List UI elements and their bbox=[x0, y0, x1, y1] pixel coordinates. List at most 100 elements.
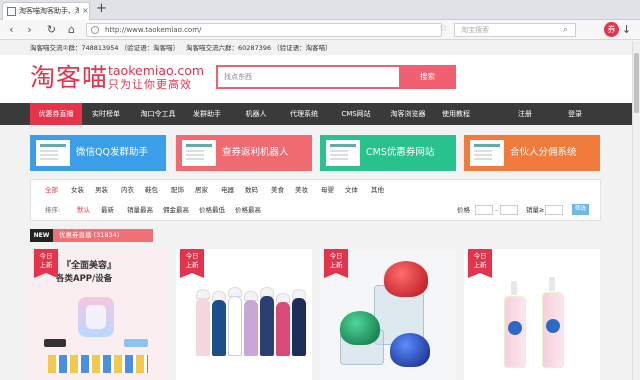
qq-group-1[interactable]: 淘客喵交流①群：748813954 （验证语：淘客喵） bbox=[30, 42, 179, 54]
site-header: 淘客喵 taokemiao.com 只为让你更高效 找点东西 搜索 bbox=[0, 55, 632, 103]
download-icon[interactable]: ↓ bbox=[622, 22, 631, 37]
main-nav: 优惠券直播 实时榜单 淘口令工具 发群助手 机器人 代理系统 CMS网站 淘客浏… bbox=[0, 103, 632, 125]
category-bags[interactable]: 鞋包 bbox=[145, 184, 158, 196]
browser-search-box[interactable]: 淘宝搜索 ⌕ bbox=[454, 23, 576, 37]
ribbon-line-1: 今日 bbox=[39, 252, 53, 260]
price-max-input[interactable] bbox=[500, 205, 518, 215]
product-subheadline: 各类APP/设备 bbox=[56, 274, 113, 284]
category-other[interactable]: 其他 bbox=[371, 184, 384, 196]
category-accessories[interactable]: 配饰 bbox=[171, 184, 184, 196]
banner-group-helper[interactable]: 微信QQ发群助手 bbox=[30, 135, 166, 171]
bookmark-star-icon[interactable]: ☆ bbox=[439, 22, 448, 36]
browser-search-placeholder[interactable]: 淘宝搜索 bbox=[461, 25, 489, 36]
banner-text: 合伙人分佣系统 bbox=[510, 147, 577, 158]
sales-min-input[interactable] bbox=[545, 205, 563, 215]
nav-item-robot[interactable]: 机器人 bbox=[236, 103, 276, 125]
nav-item-tutorial[interactable]: 使用教程 bbox=[436, 103, 476, 125]
ribbon-tail bbox=[468, 273, 492, 278]
new-today-ribbon: 今日 上新 bbox=[34, 249, 58, 273]
ribbon-line-2: 上新 bbox=[185, 261, 199, 269]
product-image-detail bbox=[48, 355, 148, 373]
ribbon-line-1: 今日 bbox=[185, 252, 199, 260]
tab-strip: 淘客喵淘客助手、淘客内 × + bbox=[0, 0, 640, 20]
nav-item-browser[interactable]: 淘客浏览器 bbox=[384, 103, 432, 125]
browser-window: 淘客喵淘客助手、淘客内 × + ‹ › ↻ ⌂ http://www.taoke… bbox=[0, 0, 640, 380]
category-home[interactable]: 居家 bbox=[195, 184, 208, 196]
sort-price-high[interactable]: 价格最高 bbox=[235, 204, 261, 216]
banner-rebate-robot[interactable]: 查券返利机器人 bbox=[176, 135, 312, 171]
ribbon-line-1: 今日 bbox=[329, 252, 343, 260]
sales-label: 销量≥ bbox=[526, 206, 545, 214]
nav-item-agent-system[interactable]: 代理系统 bbox=[284, 103, 324, 125]
tab-close-icon[interactable]: × bbox=[82, 6, 89, 16]
nav-item-realtime-rank[interactable]: 实时榜单 bbox=[86, 103, 126, 125]
ribbon-tail bbox=[180, 273, 204, 278]
product-image-detail bbox=[511, 281, 517, 295]
sort-price-low[interactable]: 价格最低 bbox=[199, 204, 225, 216]
filter-button[interactable]: 筛选 bbox=[572, 204, 589, 215]
banner-text: 微信QQ发群助手 bbox=[76, 147, 148, 158]
banner-cms-site[interactable]: CMS优惠券网站 bbox=[320, 135, 456, 171]
nav-item-token-tool[interactable]: 淘口令工具 bbox=[134, 103, 182, 125]
product-image-detail bbox=[340, 311, 380, 345]
category-underwear[interactable]: 内衣 bbox=[121, 184, 134, 196]
sort-commission[interactable]: 佣金最高 bbox=[163, 204, 189, 216]
logo-domain: taokemiao.com bbox=[108, 63, 205, 78]
coupon-extension-icon[interactable]: 券 bbox=[604, 22, 619, 37]
site-logo[interactable]: 淘客喵 bbox=[30, 63, 108, 93]
product-image-detail bbox=[390, 333, 430, 367]
banner-screenshot-image bbox=[470, 140, 504, 166]
address-bar[interactable]: http://www.taokemiao.com/ bbox=[86, 23, 442, 37]
page-content: 淘客喵交流①群：748813954 （验证语：淘客喵） 淘客喵交流六群：6028… bbox=[0, 41, 632, 380]
page-info-icon[interactable] bbox=[91, 26, 99, 34]
back-icon[interactable]: ‹ bbox=[4, 22, 19, 37]
scrollbar-thumb[interactable] bbox=[634, 53, 639, 113]
category-men[interactable]: 男装 bbox=[95, 184, 108, 196]
search-icon[interactable]: ⌕ bbox=[563, 24, 568, 36]
reload-icon[interactable]: ↻ bbox=[44, 22, 59, 37]
nav-item-coupon-live[interactable]: 优惠券直播 bbox=[30, 103, 82, 125]
sort-default[interactable]: 默认 bbox=[77, 204, 90, 216]
ribbon-line-1: 今日 bbox=[473, 252, 487, 260]
banner-partner-system[interactable]: 合伙人分佣系统 bbox=[464, 135, 600, 171]
address-text[interactable]: http://www.taokemiao.com/ bbox=[105, 25, 201, 36]
product-card[interactable]: 今日 上新 bbox=[464, 249, 600, 380]
sort-newest[interactable]: 最新 bbox=[101, 204, 114, 216]
site-search-button[interactable]: 搜索 bbox=[399, 67, 456, 87]
nav-item-register[interactable]: 注册 bbox=[510, 103, 540, 125]
nav-item-cms-site[interactable]: CMS网站 bbox=[334, 103, 378, 125]
nav-item-group-helper[interactable]: 发群助手 bbox=[186, 103, 228, 125]
category-baby[interactable]: 母婴 bbox=[321, 184, 334, 196]
forward-icon[interactable]: › bbox=[22, 22, 37, 37]
section-label: 优惠券直播 (31834) bbox=[53, 229, 153, 242]
banner-text: CMS优惠券网站 bbox=[366, 147, 435, 158]
site-search-input[interactable]: 找点东西 bbox=[224, 71, 252, 83]
product-card[interactable]: 『全面美容』 各类APP/设备 今日 上新 bbox=[30, 249, 166, 380]
price-min-input[interactable] bbox=[475, 205, 493, 215]
product-image-detail bbox=[546, 319, 560, 333]
category-food[interactable]: 美食 bbox=[271, 184, 284, 196]
page-favicon-icon bbox=[7, 7, 16, 16]
category-sports[interactable]: 文体 bbox=[345, 184, 358, 196]
product-card[interactable]: 今日 上新 bbox=[320, 249, 456, 380]
category-women[interactable]: 女装 bbox=[71, 184, 84, 196]
product-image-detail bbox=[228, 296, 242, 356]
new-tab-button[interactable]: + bbox=[96, 2, 107, 16]
nav-item-login[interactable]: 登录 bbox=[560, 103, 590, 125]
product-card[interactable]: 今日 上新 bbox=[176, 249, 312, 380]
category-beauty[interactable]: 美妆 bbox=[295, 184, 308, 196]
category-all[interactable]: 全部 bbox=[45, 184, 58, 196]
qq-group-bar: 淘客喵交流①群：748813954 （验证语：淘客喵） 淘客喵交流六群：6028… bbox=[0, 41, 632, 55]
ribbon-tail bbox=[34, 273, 58, 278]
page-scrollbar[interactable] bbox=[632, 41, 640, 380]
sort-sales[interactable]: 销量最高 bbox=[127, 204, 153, 216]
category-digital[interactable]: 数码 bbox=[245, 184, 258, 196]
category-appliances[interactable]: 电器 bbox=[221, 184, 234, 196]
qq-group-2[interactable]: 淘客喵交流六群：60287396 （验证语：淘客喵） bbox=[186, 42, 332, 54]
product-image-detail bbox=[292, 298, 306, 356]
product-image-detail bbox=[276, 302, 290, 356]
product-headline: 『全面美容』 bbox=[62, 261, 117, 271]
browser-tab[interactable]: 淘客喵淘客助手、淘客内 × bbox=[2, 2, 90, 20]
home-icon[interactable]: ⌂ bbox=[64, 22, 79, 37]
price-dash: - bbox=[495, 206, 498, 214]
